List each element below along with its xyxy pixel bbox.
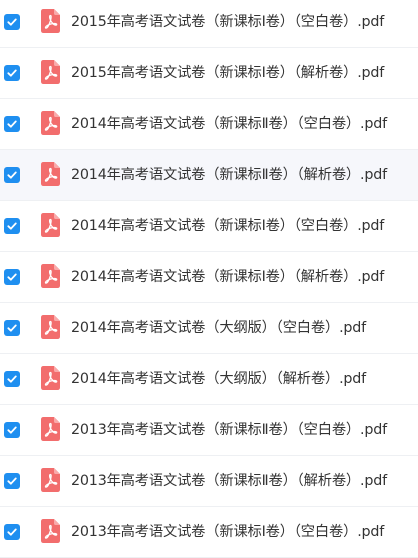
file-name[interactable]: 2014年高考语文试卷（新课标Ⅰ卷）（解析卷）.pdf — [71, 252, 384, 303]
file-row[interactable]: 2013年高考语文试卷（新课标Ⅱ卷）（空白卷）.pdf — [0, 405, 418, 456]
pdf-file-icon — [41, 315, 60, 339]
row-checkbox[interactable] — [4, 269, 20, 285]
file-name[interactable]: 2014年高考语文试卷（大纲版）（空白卷）.pdf — [71, 303, 366, 354]
row-checkbox[interactable] — [4, 65, 20, 81]
file-row[interactable]: 2013年高考语文试卷（新课标Ⅰ卷）（空白卷）.pdf — [0, 507, 418, 558]
file-row[interactable]: 2015年高考语文试卷（新课标Ⅰ卷）（解析卷）.pdf — [0, 48, 418, 99]
row-checkbox[interactable] — [4, 14, 20, 30]
file-list: 2015年高考语文试卷（新课标Ⅰ卷）（空白卷）.pdf 2015年高考语文试卷（… — [0, 0, 418, 558]
row-checkbox[interactable] — [4, 320, 20, 336]
pdf-file-icon — [41, 213, 60, 237]
check-icon — [7, 222, 17, 230]
check-icon — [7, 69, 17, 77]
pdf-file-icon — [41, 60, 60, 84]
check-icon — [7, 171, 17, 179]
file-row[interactable]: 2014年高考语文试卷（大纲版）（空白卷）.pdf — [0, 303, 418, 354]
file-name[interactable]: 2014年高考语文试卷（大纲版）（解析卷）.pdf — [71, 354, 366, 405]
check-icon — [7, 18, 17, 26]
file-row-hovered[interactable]: 2014年高考语文试卷（新课标Ⅱ卷）（解析卷）.pdf — [0, 150, 418, 201]
pdf-file-icon — [41, 519, 60, 543]
check-icon — [7, 375, 17, 383]
pdf-file-icon — [41, 9, 60, 33]
pdf-file-icon — [41, 417, 60, 441]
row-checkbox[interactable] — [4, 167, 20, 183]
file-row[interactable]: 2014年高考语文试卷（新课标Ⅱ卷）（空白卷）.pdf — [0, 99, 418, 150]
row-checkbox[interactable] — [4, 422, 20, 438]
file-name[interactable]: 2014年高考语文试卷（新课标Ⅱ卷）（空白卷）.pdf — [71, 99, 387, 150]
check-icon — [7, 324, 17, 332]
file-name[interactable]: 2013年高考语文试卷（新课标Ⅰ卷）（空白卷）.pdf — [71, 507, 384, 558]
file-name[interactable]: 2013年高考语文试卷（新课标Ⅱ卷）（解析卷）.pdf — [71, 456, 387, 507]
row-checkbox[interactable] — [4, 473, 20, 489]
check-icon — [7, 426, 17, 434]
row-checkbox[interactable] — [4, 218, 20, 234]
row-checkbox[interactable] — [4, 524, 20, 540]
check-icon — [7, 120, 17, 128]
row-checkbox[interactable] — [4, 371, 20, 387]
file-row[interactable]: 2015年高考语文试卷（新课标Ⅰ卷）（空白卷）.pdf — [0, 0, 418, 48]
file-row[interactable]: 2014年高考语文试卷（大纲版）（解析卷）.pdf — [0, 354, 418, 405]
check-icon — [7, 477, 17, 485]
check-icon — [7, 273, 17, 281]
file-name[interactable]: 2015年高考语文试卷（新课标Ⅰ卷）（解析卷）.pdf — [71, 48, 384, 99]
pdf-file-icon — [41, 468, 60, 492]
row-checkbox[interactable] — [4, 116, 20, 132]
file-name[interactable]: 2014年高考语文试卷（新课标Ⅱ卷）（解析卷）.pdf — [71, 150, 387, 201]
pdf-file-icon — [41, 264, 60, 288]
file-name[interactable]: 2013年高考语文试卷（新课标Ⅱ卷）（空白卷）.pdf — [71, 405, 387, 456]
pdf-file-icon — [41, 162, 60, 186]
pdf-file-icon — [41, 366, 60, 390]
file-row[interactable]: 2013年高考语文试卷（新课标Ⅱ卷）（解析卷）.pdf — [0, 456, 418, 507]
file-name[interactable]: 2015年高考语文试卷（新课标Ⅰ卷）（空白卷）.pdf — [71, 0, 384, 48]
file-name[interactable]: 2014年高考语文试卷（新课标Ⅰ卷）（空白卷）.pdf — [71, 201, 384, 252]
check-icon — [7, 528, 17, 536]
file-row[interactable]: 2014年高考语文试卷（新课标Ⅰ卷）（空白卷）.pdf — [0, 201, 418, 252]
pdf-file-icon — [41, 111, 60, 135]
file-row[interactable]: 2014年高考语文试卷（新课标Ⅰ卷）（解析卷）.pdf — [0, 252, 418, 303]
